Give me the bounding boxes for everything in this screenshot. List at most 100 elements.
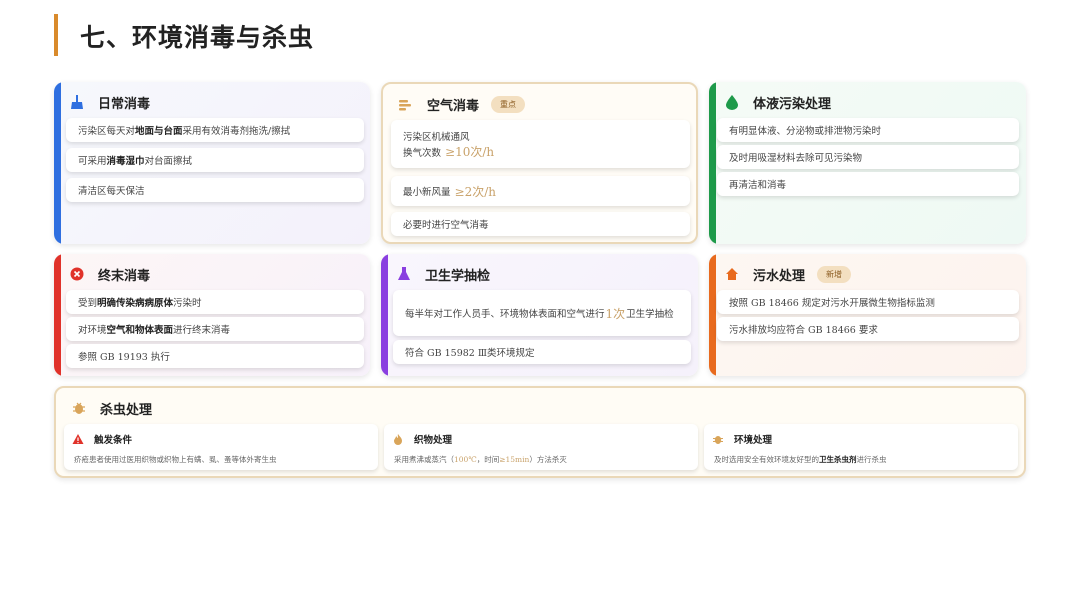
title-accent-bar xyxy=(54,14,58,56)
list-item: 污水排放均应符合 GB 18466 要求 xyxy=(717,317,1019,341)
card-header: 杀虫处理 xyxy=(70,396,152,420)
item-text: 卫生学抽检 xyxy=(626,309,674,320)
card-title: 卫生学抽检 xyxy=(425,268,491,284)
sub-value: 100℃ xyxy=(454,455,477,464)
card-title: 污水处理 xyxy=(753,268,806,284)
card-air-disinfection: 空气消毒 重点 污染区机械通风 换气次数 ≥10次/h 最小新风量 ≥2次/h 必要… xyxy=(381,82,698,244)
sub-card-text: 疥疮患者使用过医用织物或织物上有螨、虱、蚤等体外寄生虫 xyxy=(74,455,277,464)
item-value: ≥2次/h xyxy=(454,184,496,199)
card-header: 体液污染处理 xyxy=(723,90,831,114)
item-text: 必要时进行空气消毒 xyxy=(403,220,489,231)
item-text: 参照 GB 19193 执行 xyxy=(78,352,170,363)
item-text: 污水排放均应符合 GB 18466 要求 xyxy=(729,325,878,336)
card-accent-bar xyxy=(381,254,388,376)
list-item: 及时用吸湿材料去除可见污染物 xyxy=(717,145,1019,169)
list-item: 最小新风量 ≥2次/h xyxy=(391,176,690,206)
list-item: 清洁区每天保洁 xyxy=(66,178,364,202)
card-title: 体液污染处理 xyxy=(753,96,832,112)
item-text: 进行终末消毒 xyxy=(173,325,231,336)
list-item: 污染区机械通风 换气次数 ≥10次/h xyxy=(391,120,690,168)
card-daily-disinfection: 日常消毒 污染区每天对 地面与台面 采用有效消毒剂拖洗/擦拭 可采用 消毒湿巾 对台面擦… xyxy=(54,82,370,244)
item-emphasis: 空气和物体表面 xyxy=(106,325,174,336)
card-title: 终末消毒 xyxy=(98,268,151,284)
list-item: 符合 GB 15982 Ⅲ类环境规定 xyxy=(393,340,691,364)
card-sewage: 污水处理 新增 按照 GB 18466 规定对污水开展微生物指标监测 污水排放均… xyxy=(709,254,1026,376)
item-emphasis: 消毒湿巾 xyxy=(106,156,145,167)
status-badge: 新增 xyxy=(817,265,852,283)
fan-icon xyxy=(397,95,415,113)
card-title: 杀虫处理 xyxy=(100,402,153,418)
card-pest-control: 杀虫处理 触发条件 疥疮患者使用过医用织物或织物上有螨、虱、蚤等体外寄生虫 织物… xyxy=(54,386,1026,478)
card-accent-bar xyxy=(709,82,716,244)
item-text: 污染区机械通风 xyxy=(403,131,470,143)
fire-icon xyxy=(392,433,404,445)
sub-card-textile: 织物处理 采用煮沸或蒸汽（100℃，时间≥15min）方法杀灭 xyxy=(384,424,698,470)
broom-icon xyxy=(68,93,86,111)
sub-card-trigger: 触发条件 疥疮患者使用过医用织物或织物上有螨、虱、蚤等体外寄生虫 xyxy=(64,424,378,470)
list-item: 每半年对工作人员手、环境物体表面和空气进行 1次 卫生学抽检 xyxy=(393,290,691,336)
sub-card-text: 及时选用安全有效环境友好型的卫生杀虫剂进行杀虫 xyxy=(714,454,887,465)
card-accent-bar xyxy=(54,254,61,376)
item-value: 1次 xyxy=(605,306,626,321)
warning-icon xyxy=(72,433,84,445)
list-item: 参照 GB 19193 执行 xyxy=(66,344,364,368)
card-accent-bar xyxy=(709,254,716,376)
item-emphasis: 明确传染病病原体 xyxy=(97,298,174,309)
item-emphasis: 地面与台面 xyxy=(135,126,183,137)
droplet-icon xyxy=(723,93,741,111)
flask-icon xyxy=(395,265,413,283)
bug-icon xyxy=(712,433,724,445)
item-text: 再清洁和消毒 xyxy=(729,180,787,191)
card-terminal-disinfection: 终末消毒 受到 明确传染病病原体 污染时 对环境 空气和物体表面 进行终末消毒 参照 G… xyxy=(54,254,370,376)
sub-text: ，时间 xyxy=(476,455,500,464)
sub-value: ≥15min xyxy=(499,455,530,464)
sub-card-text: 采用煮沸或蒸汽（100℃，时间≥15min）方法杀灭 xyxy=(394,454,567,465)
item-text: 清洁区每天保洁 xyxy=(78,186,145,197)
card-hygiene-sampling: 卫生学抽检 每半年对工作人员手、环境物体表面和空气进行 1次 卫生学抽检 符合 GB… xyxy=(381,254,698,376)
home-icon xyxy=(723,265,741,283)
item-text: 及时用吸湿材料去除可见污染物 xyxy=(729,153,863,164)
item-text: 污染区每天对 xyxy=(78,126,136,137)
item-text: 有明显体液、分泌物或排泄物污染时 xyxy=(729,126,882,137)
list-item: 再清洁和消毒 xyxy=(717,172,1019,196)
item-text: 采用有效消毒剂拖洗/擦拭 xyxy=(182,126,291,137)
card-header: 污水处理 新增 xyxy=(723,262,852,286)
card-body-fluid: 体液污染处理 有明显体液、分泌物或排泄物污染时 及时用吸湿材料去除可见污染物 再… xyxy=(709,82,1026,244)
sub-card-title: 环境处理 xyxy=(734,435,773,446)
item-text: 按照 GB 18466 规定对污水开展微生物指标监测 xyxy=(729,298,935,309)
list-item: 受到 明确传染病病原体 污染时 xyxy=(66,290,364,314)
sub-emphasis: 卫生杀虫剂 xyxy=(819,455,857,464)
list-item: 对环境 空气和物体表面 进行终末消毒 xyxy=(66,317,364,341)
sub-card-title: 触发条件 xyxy=(94,435,133,446)
card-header: 日常消毒 xyxy=(68,90,150,114)
sub-card-environment: 环境处理 及时选用安全有效环境友好型的卫生杀虫剂进行杀虫 xyxy=(704,424,1018,470)
bug-icon xyxy=(70,399,88,417)
card-header: 终末消毒 xyxy=(68,262,150,286)
item-text: 对环境 xyxy=(78,325,107,336)
item-text: 最小新风量 xyxy=(403,187,451,198)
item-text: 每半年对工作人员手、环境物体表面和空气进行 xyxy=(405,309,605,320)
sub-text: 及时选用安全有效环境友好型的 xyxy=(714,455,819,464)
list-item: 污染区每天对 地面与台面 采用有效消毒剂拖洗/擦拭 xyxy=(66,118,364,142)
card-accent-bar xyxy=(54,82,61,244)
close-circle-icon xyxy=(68,265,86,283)
card-header: 卫生学抽检 xyxy=(395,262,490,286)
item-text: 受到 xyxy=(78,298,98,309)
list-item: 按照 GB 18466 规定对污水开展微生物指标监测 xyxy=(717,290,1019,314)
list-item: 有明显体液、分泌物或排泄物污染时 xyxy=(717,118,1019,142)
page-title: 七、环境消毒与杀虫 xyxy=(80,23,315,52)
sub-card-title: 织物处理 xyxy=(414,435,453,446)
list-item: 可采用 消毒湿巾 对台面擦拭 xyxy=(66,148,364,172)
sub-text: 采用煮沸或蒸汽（ xyxy=(394,455,454,464)
card-title: 空气消毒 xyxy=(427,98,480,114)
list-item: 必要时进行空气消毒 xyxy=(391,212,690,236)
status-badge: 重点 xyxy=(491,95,526,113)
card-title: 日常消毒 xyxy=(98,96,151,112)
item-text: 污染时 xyxy=(173,298,202,309)
item-text: 对台面擦拭 xyxy=(144,156,193,167)
item-text: 可采用 xyxy=(78,156,107,167)
item-value: ≥10次/h xyxy=(445,144,495,159)
sub-text: ）方法杀灭 xyxy=(529,455,567,464)
card-header: 空气消毒 重点 xyxy=(397,92,526,116)
item-text: 符合 GB 15982 Ⅲ类环境规定 xyxy=(405,348,535,359)
